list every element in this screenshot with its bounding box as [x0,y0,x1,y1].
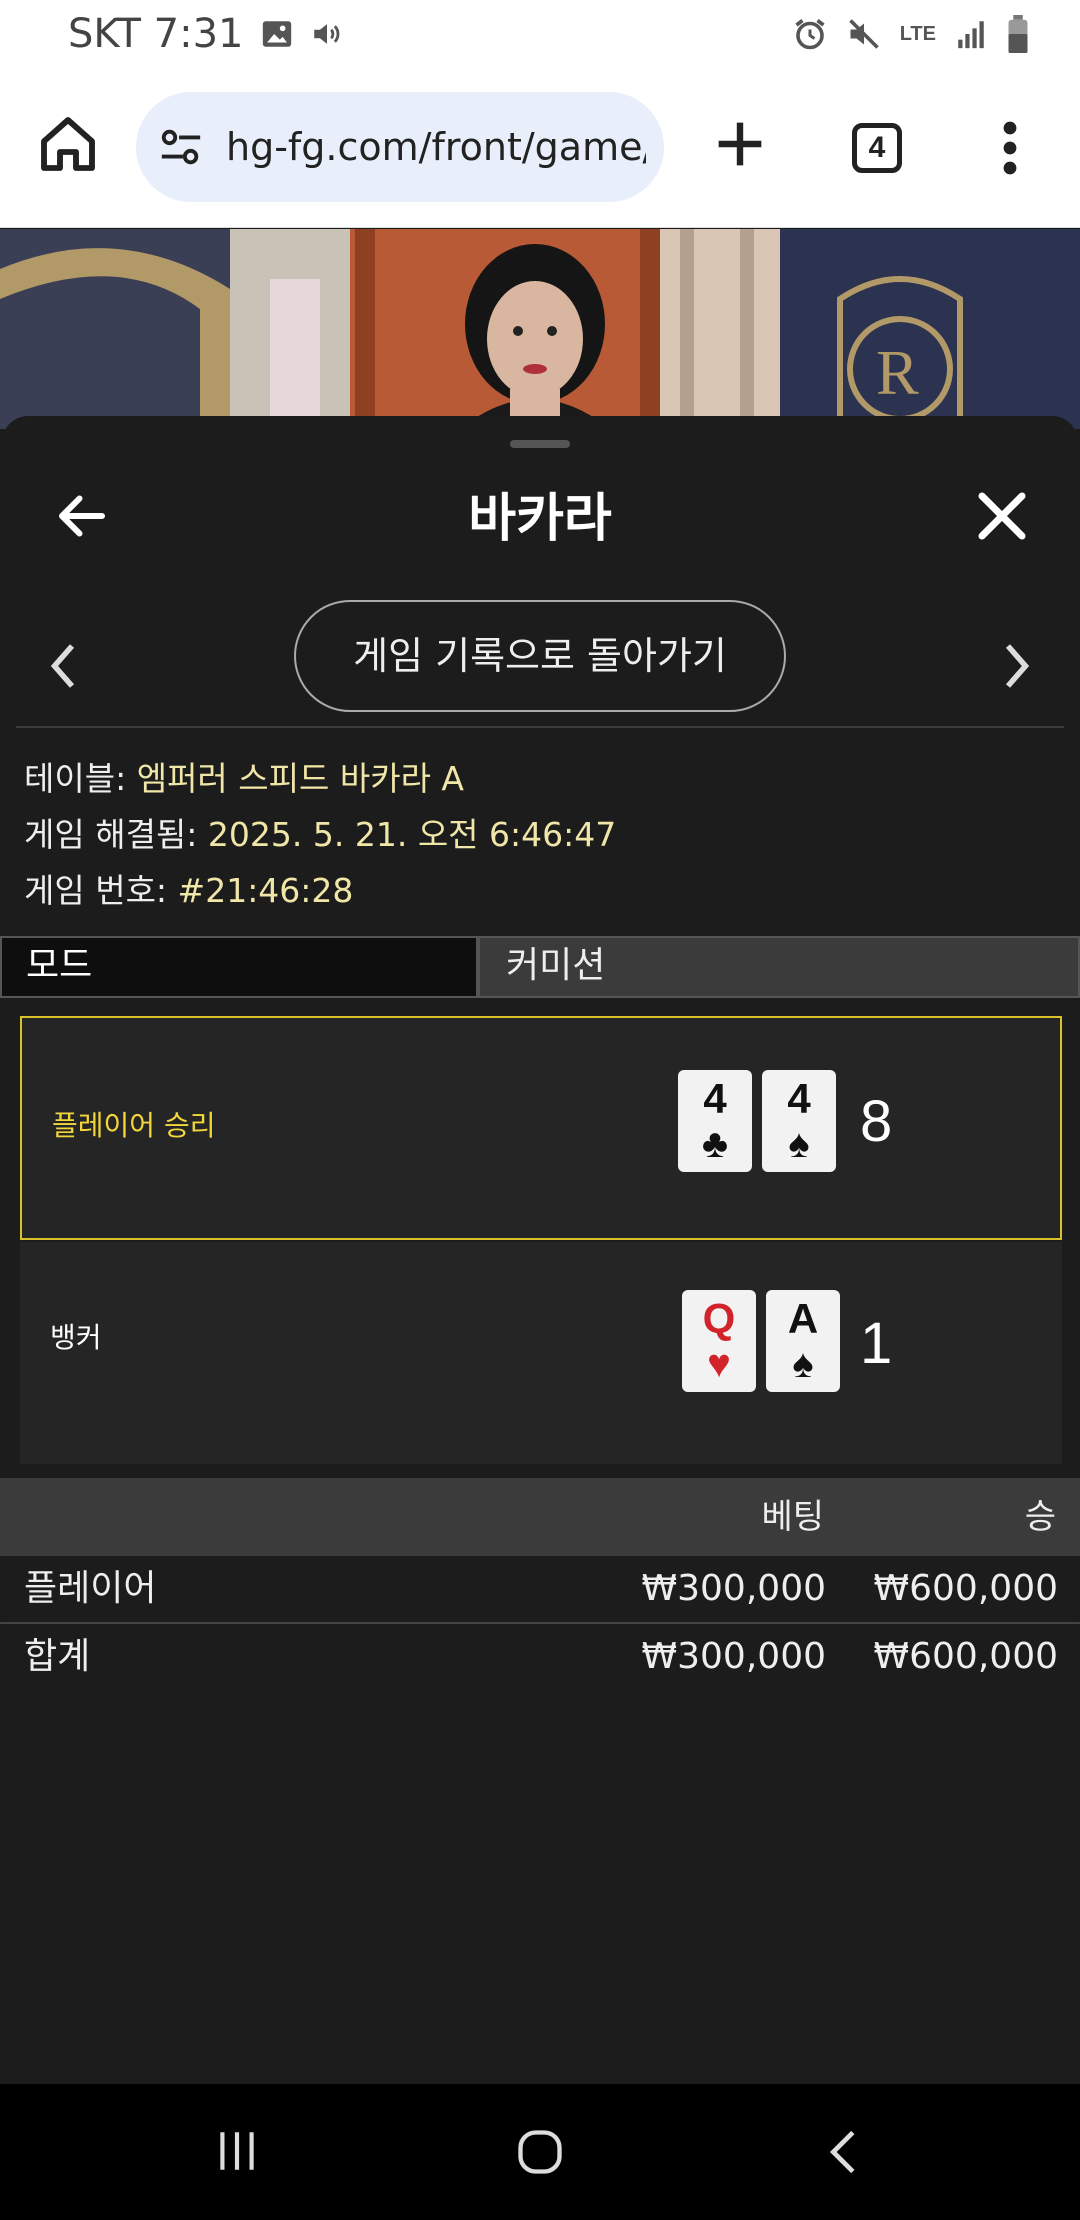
next-game-chevron-icon[interactable] [998,636,1038,696]
url-text[interactable]: hg-fg.com/front/game/ [226,92,646,202]
playing-card: 4 ♣ [678,1070,752,1172]
row-name: 합계 [24,1636,91,1677]
resolved-label: 게임 해결됨: [24,815,208,854]
tab-mode[interactable]: 모드 [0,936,478,998]
close-icon[interactable] [972,486,1032,546]
table-label: 테이블: [24,759,137,798]
recent-apps-icon[interactable] [212,2126,262,2176]
player-result-label: 플레이어 승리 [52,1109,216,1142]
game-number-value: #21:46:28 [177,871,354,910]
row-bet: ₩300,000 [641,1568,826,1609]
system-nav-bar [0,2084,1080,2220]
browser-toolbar: hg-fg.com/front/game/ 4 [0,68,1080,228]
game-number-label: 게임 번호: [24,871,178,910]
carrier-time: SKT 7:31 [68,11,244,57]
column-header-win: 승 [1024,1497,1056,1537]
site-settings-icon[interactable] [158,124,204,170]
new-tab-icon[interactable] [708,112,772,176]
player-hand: 플레이어 승리 4 ♣ 4 ♠ 8 [20,1016,1062,1240]
card-rank: 4 [703,1075,727,1122]
table-row: 플레이어 ₩300,000 ₩600,000 [0,1556,1080,1622]
home-icon[interactable] [36,112,100,176]
dealer-video-image: R [0,229,1080,429]
table-row-total: 합계 ₩300,000 ₩600,000 [0,1624,1080,1690]
live-video-feed: R [0,229,1080,429]
row-win: ₩600,000 [873,1568,1058,1609]
address-bar[interactable]: hg-fg.com/front/game/ [136,92,664,202]
back-nav-icon[interactable] [822,2126,862,2178]
divider [16,726,1064,728]
tab-switcher-button[interactable]: 4 [852,123,902,173]
back-to-history-button[interactable]: 게임 기록으로 돌아가기 [294,600,786,712]
battery-icon [1008,15,1028,53]
game-number-info: 게임 번호: #21:46:28 [24,864,353,912]
more-menu-icon[interactable] [990,118,1030,178]
network-label: LTE [899,23,936,45]
banker-total: 1 [860,1311,893,1376]
card-rank: Q [702,1295,736,1342]
image-notification-icon [262,21,291,47]
mode-tabs: 모드 커미션 [0,936,1080,998]
playing-card: Q ♥ [682,1290,756,1392]
status-bar: SKT 7:31 LTE [0,0,1080,68]
mute-icon [848,19,879,49]
status-right: LTE [792,8,1030,60]
spade-suit-icon: ♠ [792,1342,814,1386]
spade-suit-icon: ♠ [788,1122,810,1166]
resolved-value: 2025. 5. 21. 오전 6:46:47 [207,815,617,854]
volume-icon [313,24,339,44]
row-win: ₩600,000 [873,1636,1058,1677]
game-detail-sheet: 바카라 게임 기록으로 돌아가기 테이블: 엠퍼러 스피드 바카라 A 게임 해… [0,416,1080,2084]
banker-label: 뱅커 [50,1321,102,1354]
tab-commission[interactable]: 커미션 [478,936,1080,998]
playing-card: A ♠ [766,1290,840,1392]
card-rank: 4 [787,1075,811,1122]
banker-hand: 뱅커 Q ♥ A ♠ 1 [20,1242,1062,1464]
player-total: 8 [860,1089,893,1154]
table-value: 엠퍼러 스피드 바카라 A [136,759,464,798]
signal-icon [958,21,984,49]
heart-suit-icon: ♥ [707,1342,731,1386]
previous-game-chevron-icon[interactable] [42,636,82,696]
svg-text:R: R [876,337,919,408]
row-name: 플레이어 [24,1568,157,1609]
card-rank: A [787,1295,819,1342]
table-info: 테이블: 엠퍼러 스피드 바카라 A [24,752,464,800]
status-left: SKT 7:31 [68,8,344,60]
alarm-icon [795,19,825,50]
resolved-info: 게임 해결됨: 2025. 5. 21. 오전 6:46:47 [24,808,616,856]
sheet-title: 바카라 [468,489,612,549]
sheet-drag-handle[interactable] [510,440,570,448]
column-header-bet: 베팅 [761,1497,824,1537]
row-bet: ₩300,000 [641,1636,826,1677]
club-suit-icon: ♣ [701,1122,729,1166]
playing-card: 4 ♠ [762,1070,836,1172]
home-nav-icon[interactable] [514,2126,566,2178]
bets-table-header: 베팅 승 [0,1478,1080,1556]
